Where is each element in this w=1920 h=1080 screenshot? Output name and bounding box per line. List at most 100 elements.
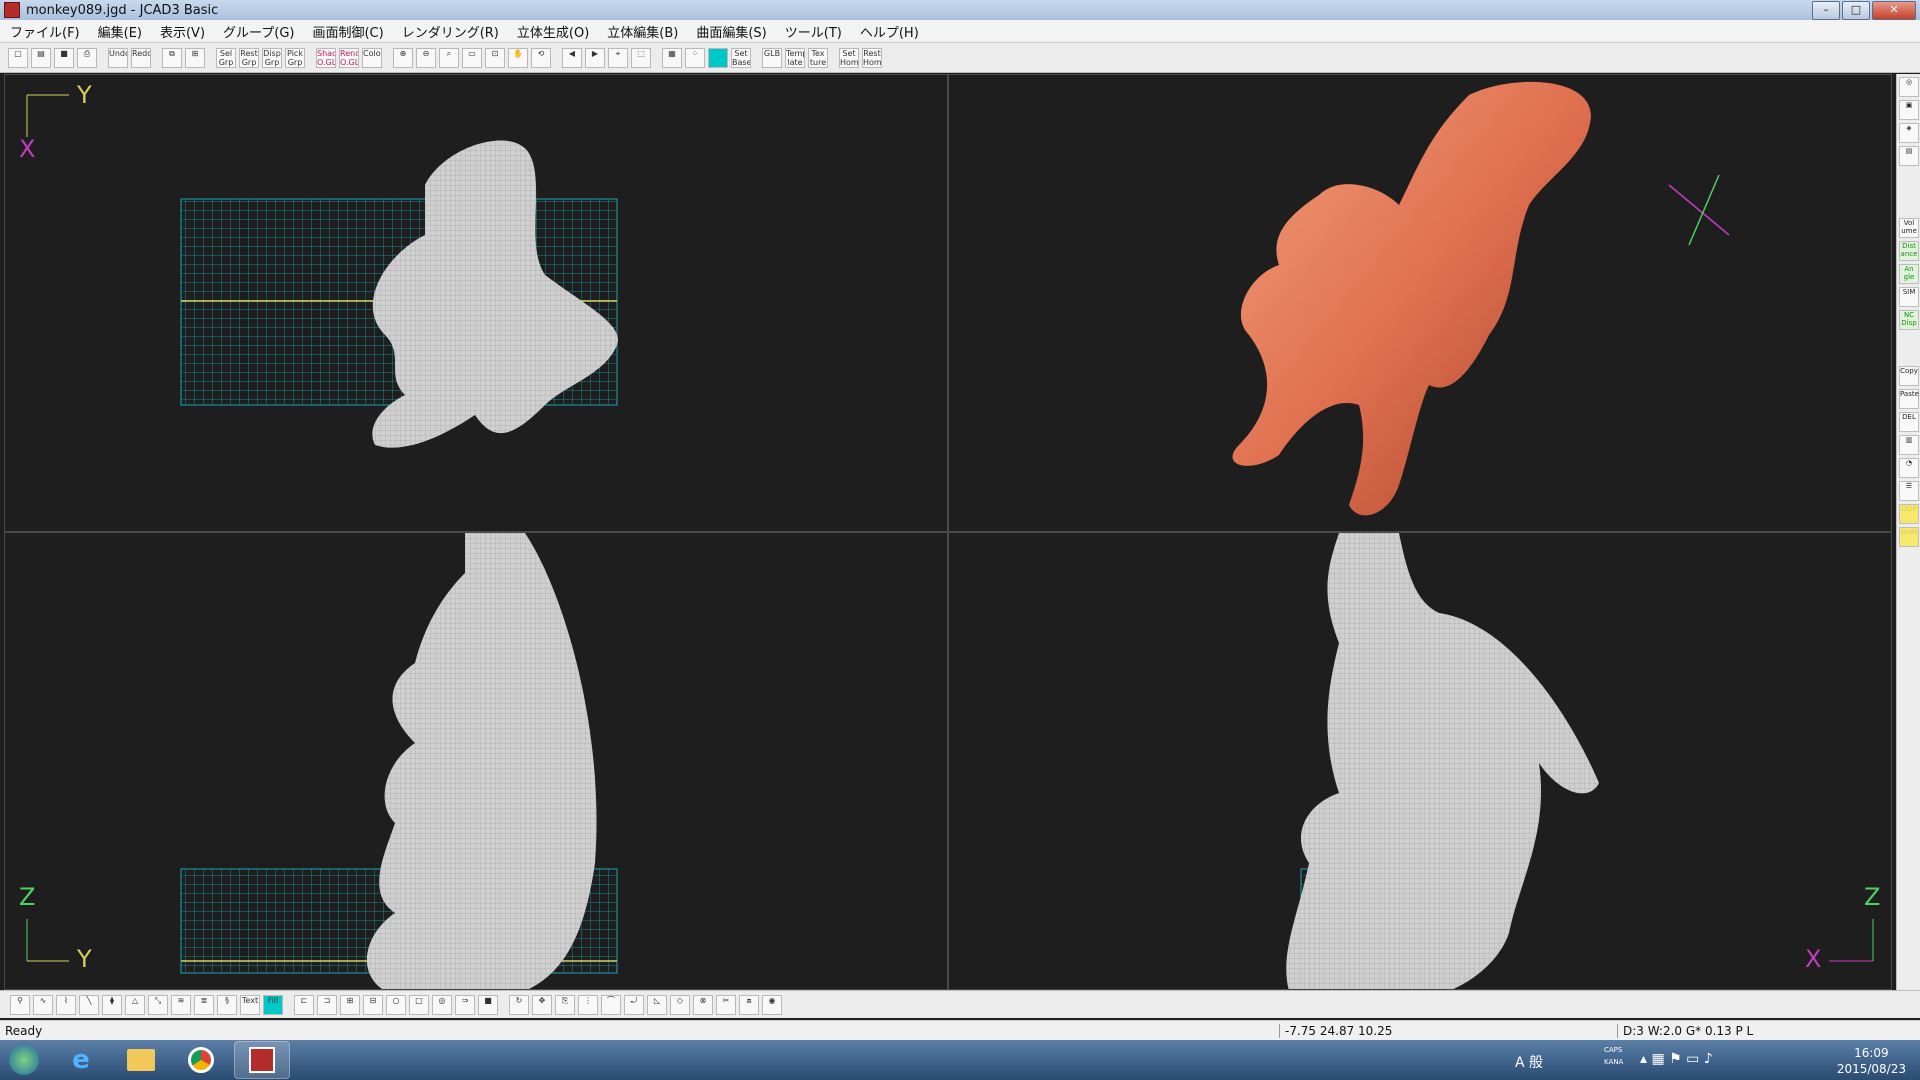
jcad-icon[interactable]	[234, 1041, 290, 1079]
solid-tool-icon[interactable]: ■	[478, 994, 498, 1015]
sim-button[interactable]: SIM	[1899, 287, 1919, 307]
close-button[interactable]: ✕	[1872, 1, 1916, 20]
spiral-tool-icon[interactable]: §	[217, 994, 237, 1015]
viewport-perspective[interactable]	[948, 74, 1892, 532]
zoom-full-icon[interactable]: ⬚	[631, 47, 651, 68]
history-icon[interactable]: ◔	[1899, 458, 1919, 478]
menu-tools[interactable]: ツール(T)	[785, 22, 842, 41]
menu-group[interactable]: グループ(G)	[223, 22, 294, 41]
minimize-button[interactable]: –	[1812, 1, 1840, 20]
viewport-side[interactable]: Z X	[948, 532, 1892, 990]
rest-grp-button[interactable]: Rest Grp	[239, 47, 259, 68]
bend-object-icon[interactable]: ⌒	[601, 994, 621, 1015]
redo-button[interactable]: Redo	[131, 47, 151, 68]
distance-button[interactable]: Dist ance	[1899, 241, 1919, 261]
explorer-icon[interactable]	[114, 1042, 168, 1078]
viewport-front[interactable]: Z Y	[4, 532, 948, 990]
rotate-object-icon[interactable]: ↻	[509, 994, 529, 1015]
sphere-tool-icon[interactable]: ○	[386, 994, 406, 1015]
view-layout-icon[interactable]: ⊞	[185, 47, 205, 68]
spring-tool-icon[interactable]: ≣	[194, 994, 214, 1015]
hide-object-icon[interactable]: ◉	[762, 994, 782, 1015]
set-base-button[interactable]: Set Base	[731, 47, 751, 68]
arrow-tool-icon[interactable]: ⇒	[455, 994, 475, 1015]
open-icon[interactable]: ▤	[31, 47, 51, 68]
tray-icons[interactable]: ▴ ▦ ⚑ ▭ ♪	[1640, 1051, 1713, 1067]
print-icon[interactable]: ⎙	[77, 47, 97, 68]
num-button[interactable]: NUM	[1899, 527, 1919, 547]
viewport-top[interactable]: Y X	[4, 74, 948, 532]
view-settings-icon[interactable]: ◎	[1899, 77, 1919, 97]
scale-tool-icon[interactable]: ⤡	[148, 994, 168, 1015]
shad-ogl-button[interactable]: Shad O.GL	[316, 47, 336, 68]
clock[interactable]: 16:09 2015/08/23	[1837, 1045, 1906, 1077]
zoom-area-icon[interactable]: ⌖	[608, 47, 628, 68]
menu-file[interactable]: ファイル(F)	[10, 22, 80, 41]
zoom-in-icon[interactable]: ⊕	[393, 47, 413, 68]
wave-tool-icon[interactable]: ≋	[171, 994, 191, 1015]
zoom-fit-icon[interactable]: ⌕	[439, 47, 459, 68]
save-icon[interactable]: ■	[54, 47, 74, 68]
zoom-prev-icon[interactable]: ◀	[562, 47, 582, 68]
triangle-tool-icon[interactable]: △	[125, 994, 145, 1015]
zoom-next-icon[interactable]: ▶	[585, 47, 605, 68]
zoom-window-icon[interactable]: ▭	[462, 47, 482, 68]
disp-grp-button[interactable]: Disp Grp	[262, 47, 282, 68]
sel-grp-button[interactable]: Sel Grp	[216, 47, 236, 68]
copy-button[interactable]: Copy	[1899, 366, 1919, 386]
copy-object-icon[interactable]: ⎘	[555, 994, 575, 1015]
menu-screen-control[interactable]: 画面制御(C)	[312, 22, 383, 41]
angle-button[interactable]: An gle	[1899, 264, 1919, 284]
volume-button[interactable]: Vol ume	[1899, 218, 1919, 238]
zoom-out-icon[interactable]: ⊖	[416, 47, 436, 68]
menu-help[interactable]: ヘルプ(H)	[860, 22, 919, 41]
monkey-front-wireframe[interactable]	[367, 533, 597, 990]
zoom-all-icon[interactable]: ⊡	[485, 47, 505, 68]
menu-surface-edit[interactable]: 曲面編集(S)	[696, 22, 766, 41]
trim-object-icon[interactable]: ✂	[716, 994, 736, 1015]
start-orb-icon[interactable]	[0, 1042, 48, 1078]
curve-tool-icon[interactable]: ∿	[33, 994, 53, 1015]
maximize-button[interactable]: □	[1842, 1, 1870, 20]
chrome-icon[interactable]	[174, 1042, 228, 1078]
text-tool-button[interactable]: Text	[240, 994, 260, 1015]
unit-icon[interactable]: ▤	[1899, 146, 1919, 166]
boolean-object-icon[interactable]: ⊗	[693, 994, 713, 1015]
torus-tool-icon[interactable]: ◎	[432, 994, 452, 1015]
texture-button[interactable]: Tex ture	[808, 47, 828, 68]
array-object-icon[interactable]: ⋮	[578, 994, 598, 1015]
camera-icon[interactable]: ▣	[1899, 100, 1919, 120]
template-button[interactable]: Temp late	[785, 47, 805, 68]
move-object-icon[interactable]: ✥	[532, 994, 552, 1015]
undo-button[interactable]: Undo	[108, 47, 128, 68]
properties-icon[interactable]: ▥	[1899, 435, 1919, 455]
box-tool-icon[interactable]: □	[409, 994, 429, 1015]
glb-button[interactable]: GLB	[762, 47, 782, 68]
line-tool-icon[interactable]: ╲	[79, 994, 99, 1015]
mirror-tool-icon[interactable]: ⧫	[102, 994, 122, 1015]
app-icon[interactable]	[4, 2, 20, 18]
twist-object-icon[interactable]: ⤾	[624, 994, 644, 1015]
group-tool-icon[interactable]: ⚲	[10, 994, 30, 1015]
monkey-side-wireframe[interactable]	[1286, 533, 1599, 990]
polyline-tool-icon[interactable]: ⌇	[56, 994, 76, 1015]
monkey-rendered-model[interactable]	[1232, 81, 1591, 516]
grid-icon[interactable]: ▦	[662, 47, 682, 68]
pick-grp-button[interactable]: Pick Grp	[285, 47, 305, 68]
nc-disp-button[interactable]: NC Disp	[1899, 310, 1919, 330]
deform-object-icon[interactable]: ◇	[670, 994, 690, 1015]
snap-icon[interactable]: ⁘	[685, 47, 705, 68]
layer-icon[interactable]: ◈	[1899, 123, 1919, 143]
fill-tool-button[interactable]: Fill	[263, 994, 283, 1015]
delete-button[interactable]: DEL	[1899, 412, 1919, 432]
copy-view-icon[interactable]: ⧉	[162, 47, 182, 68]
offset-object-icon[interactable]: ⧈	[739, 994, 759, 1015]
paste-button[interactable]: Paste	[1899, 389, 1919, 409]
new-icon[interactable]: ▢	[8, 47, 28, 68]
menu-solid-edit[interactable]: 立体編集(B)	[607, 22, 678, 41]
menu-solid-create[interactable]: 立体生成(O)	[517, 22, 589, 41]
rotate-icon[interactable]: ⟲	[531, 47, 551, 68]
color-button[interactable]: Color	[362, 47, 382, 68]
menu-view[interactable]: 表示(V)	[160, 22, 205, 41]
menu-rendering[interactable]: レンダリング(R)	[402, 22, 499, 41]
